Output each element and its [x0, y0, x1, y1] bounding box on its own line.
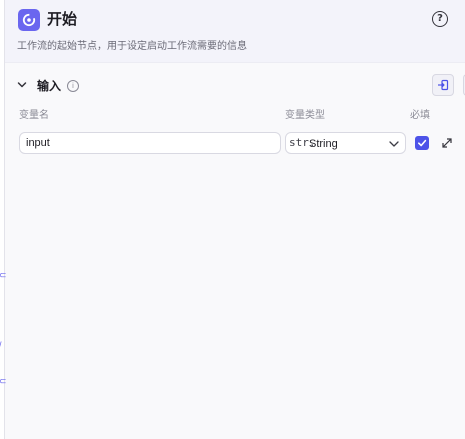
help-icon[interactable]: ?: [432, 11, 448, 27]
info-icon[interactable]: i: [67, 80, 79, 92]
section-title: 输入: [37, 79, 62, 93]
start-node-icon: [18, 9, 40, 31]
check-icon: [417, 139, 427, 147]
import-icon: [438, 79, 449, 91]
canvas-edge-fragment: ⊂: [0, 376, 7, 386]
chevron-down-icon: [389, 141, 399, 147]
required-checkbox[interactable]: [415, 136, 429, 150]
column-header-name: 变量名: [19, 110, 49, 121]
expand-icon[interactable]: [441, 137, 453, 149]
variable-type-select[interactable]: str. String: [285, 132, 406, 154]
column-header-type: 变量类型: [285, 110, 325, 121]
variable-name-input[interactable]: [19, 132, 281, 154]
canvas-edge-fragment: ⊂: [0, 270, 7, 280]
panel-header: 开始 ? 工作流的起始节点，用于设定启动工作流需要的信息: [5, 0, 465, 63]
variable-type-value: String: [309, 138, 338, 150]
import-button[interactable]: [432, 74, 454, 96]
inputs-section-header: 输入 i: [5, 74, 465, 98]
canvas-edge-fragment: /: [0, 340, 2, 350]
start-node-panel: 开始 ? 工作流的起始节点，用于设定启动工作流需要的信息 输入 i 变量名 变量…: [4, 0, 465, 439]
column-header-required: 必填: [410, 110, 430, 121]
node-title: 开始: [47, 11, 78, 28]
collapse-chevron-icon[interactable]: [17, 80, 27, 90]
node-description: 工作流的起始节点，用于设定启动工作流需要的信息: [17, 41, 247, 52]
